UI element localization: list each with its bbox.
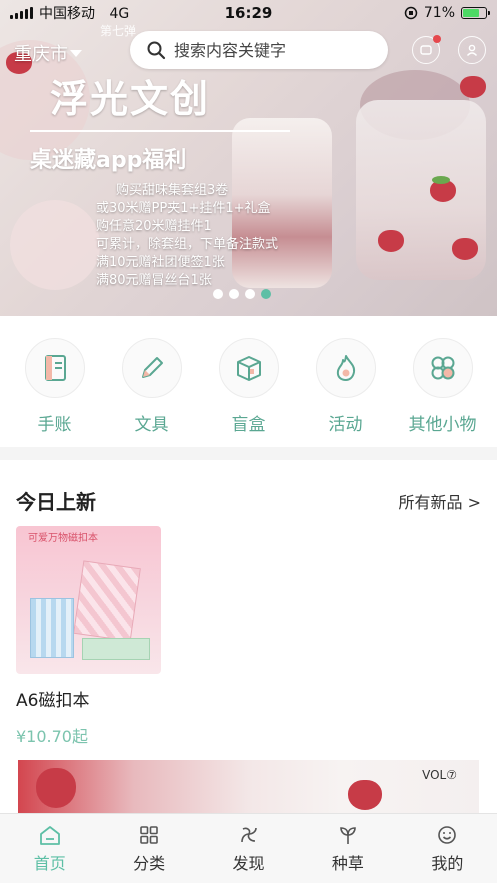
carousel-dot[interactable] (245, 289, 255, 299)
user-icon (466, 44, 478, 56)
signal-icon (10, 7, 33, 19)
banner-decor (10, 200, 100, 290)
category-label: 盲盒 (231, 415, 266, 435)
new-arrivals-section: 今日上新 所有新品 > 可爱万物磁扣本 A6磁扣本 ¥10.70起 VOL⑦ (0, 460, 497, 820)
carousel-dot[interactable] (229, 289, 239, 299)
chevron-down-icon (70, 49, 82, 57)
search-input[interactable] (174, 40, 374, 60)
banner-divider (30, 130, 290, 132)
promo-line: 满80元赠冒丝台1张 (96, 273, 212, 288)
carrier-label: 中国移动 (39, 6, 95, 22)
category-item-events[interactable]: 活动 (300, 338, 392, 447)
section-header: 今日上新 所有新品 > (0, 460, 497, 515)
product-name: A6磁扣本 (16, 691, 90, 711)
promo-line: 购任意20米赠挂件1 (96, 219, 212, 234)
banner-subtitle: 桌迷藏app福利 (30, 148, 187, 173)
category-item-stationery[interactable]: 文具 (106, 338, 198, 447)
banner-title: 浮光文创 (50, 76, 211, 121)
category-label: 手账 (37, 415, 72, 435)
product-image-decor (73, 560, 141, 642)
city-label: 重庆市 (14, 44, 68, 65)
strawberry-decor (348, 780, 382, 810)
product-price: ¥10.70起 (16, 727, 88, 746)
status-bar: 中国移动 4G 16:29 71% (0, 0, 497, 26)
tab-home[interactable]: 首页 (0, 814, 99, 883)
carousel-dot[interactable] (213, 289, 223, 299)
category-icon-wrap (24, 338, 85, 398)
category-item-blindbox[interactable]: 盲盒 (203, 338, 295, 447)
category-icon-wrap (412, 338, 473, 398)
battery-level (463, 9, 479, 17)
battery-icon (461, 7, 490, 19)
product-image-decor (82, 638, 150, 660)
banner-promo-text: 购买甜味集套组3卷 或30米赠PP夹1+挂件1+礼盒 购任意20米赠挂件1 可累… (96, 182, 278, 290)
grid-icon (140, 826, 158, 844)
search-icon (147, 41, 166, 60)
carrier-name: 中国移动 4G (39, 3, 129, 23)
category-item-notebook[interactable]: 手账 (9, 338, 101, 447)
banner-volume-label: VOL⑦ (422, 768, 457, 782)
status-right: 71% (404, 5, 490, 21)
category-nav: 手账 文具 盲盒 活动 其他小物 (0, 316, 497, 447)
category-item-others[interactable]: 其他小物 (397, 338, 489, 447)
carousel-dot[interactable] (261, 289, 271, 299)
message-button[interactable] (412, 35, 441, 64)
app-screen: 第七弹 浮光文创 桌迷藏app福利 购买甜味集套组3卷 或30米赠PP夹1+挂件… (0, 0, 497, 883)
category-label: 其他小物 (408, 415, 477, 435)
strawberry-decor (460, 76, 486, 98)
leaf-decor (432, 176, 450, 184)
tab-label: 分类 (133, 854, 166, 873)
pencil-icon (141, 357, 163, 378)
discover-icon (240, 827, 257, 843)
battery-percent: 71% (423, 5, 455, 21)
section-title: 今日上新 (16, 490, 96, 514)
tab-profile[interactable]: 我的 (398, 814, 497, 883)
product-card[interactable]: 可爱万物磁扣本 A6磁扣本 ¥10.70起 (16, 526, 161, 747)
tab-recommend[interactable]: 种草 (298, 814, 397, 883)
product-image: 可爱万物磁扣本 (16, 526, 161, 674)
bottom-tab-bar: 首页 分类 发现 种草 我的 (0, 813, 497, 883)
smile-icon (438, 826, 457, 844)
notification-badge (433, 35, 441, 43)
strawberry-decor (36, 768, 76, 808)
tab-label: 首页 (33, 854, 66, 873)
message-icon (420, 45, 432, 55)
category-icon-wrap (218, 338, 279, 398)
promo-line: 可累计，除套组，下单备注款式 (96, 237, 279, 252)
orientation-lock-icon (404, 6, 418, 20)
secondary-banner[interactable]: VOL⑦ (18, 760, 479, 820)
product-image-text: 可爱万物磁扣本 (28, 533, 98, 544)
home-icon (39, 826, 60, 845)
promo-line: 满10元赠社团便签1张 (96, 255, 225, 270)
category-icon-wrap (315, 338, 376, 398)
search-bar[interactable] (130, 31, 388, 69)
promo-line: 或30米赠PP夹1+挂件1+礼盒 (96, 201, 271, 216)
sprout-icon (340, 827, 356, 844)
tab-category[interactable]: 分类 (99, 814, 198, 883)
box-icon (236, 356, 261, 381)
carousel-indicator[interactable] (213, 289, 271, 299)
category-label: 活动 (328, 415, 363, 435)
notebook-icon (44, 355, 66, 381)
strawberry-decor (378, 230, 404, 252)
all-new-products-link[interactable]: 所有新品 > (399, 489, 482, 513)
clover-icon (431, 356, 454, 380)
tab-label: 种草 (331, 854, 364, 873)
strawberry-decor (452, 238, 478, 260)
tab-discover[interactable]: 发现 (199, 814, 298, 883)
product-image-decor (30, 598, 74, 658)
category-label: 文具 (134, 415, 169, 435)
tab-label: 发现 (232, 854, 265, 873)
city-selector[interactable]: 重庆市 (14, 40, 82, 66)
flame-icon (336, 355, 355, 381)
profile-button[interactable] (458, 36, 486, 64)
category-icon-wrap (121, 338, 182, 398)
network-type: 4G (109, 6, 130, 22)
tab-label: 我的 (431, 854, 464, 873)
promo-line: 购买甜味集套组3卷 (116, 183, 229, 198)
